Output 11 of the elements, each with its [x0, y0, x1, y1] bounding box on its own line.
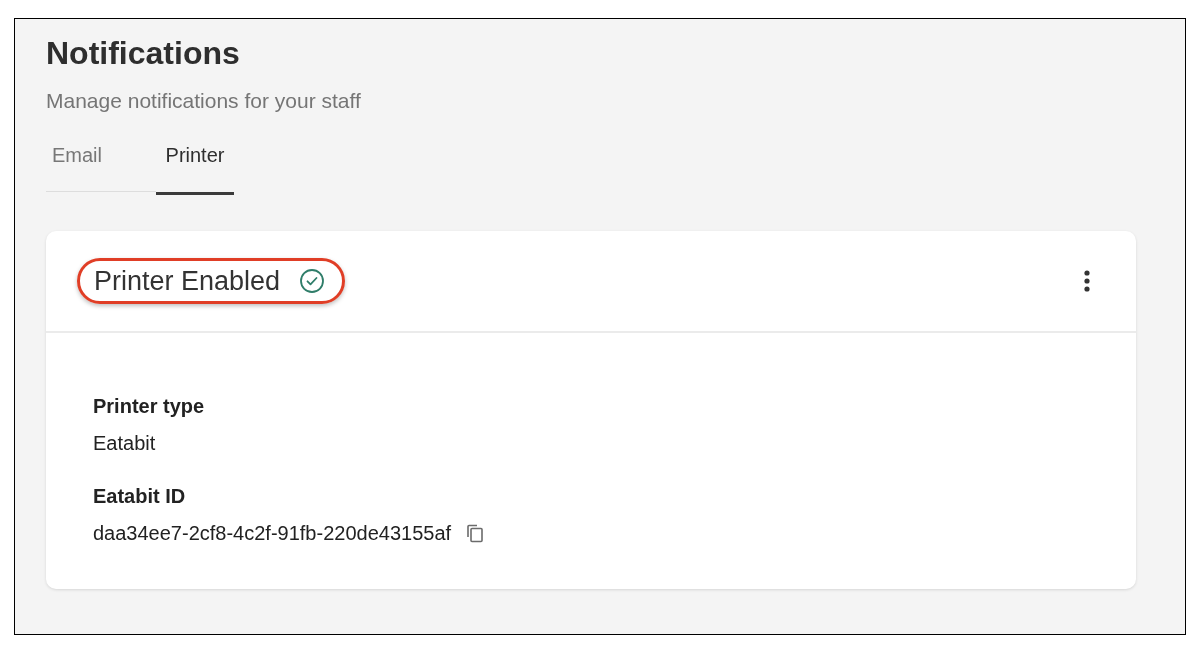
page-subtitle: Manage notifications for your staff — [46, 89, 361, 113]
status-title: Printer Enabled — [94, 265, 281, 297]
field-label: Printer type — [93, 394, 205, 418]
field-label: Eatabit ID — [93, 484, 186, 508]
field-value: Eatabit — [93, 431, 156, 455]
page-title: Notifications — [46, 34, 240, 73]
field-value: daa34ee7-2cf8-4c2f-91fb-220de43155af — [93, 521, 452, 545]
more-options-icon — [1084, 270, 1090, 292]
tab[interactable]: Email — [46, 125, 156, 195]
tab[interactable]: Printer — [156, 125, 234, 195]
copy-icon — [464, 523, 485, 543]
